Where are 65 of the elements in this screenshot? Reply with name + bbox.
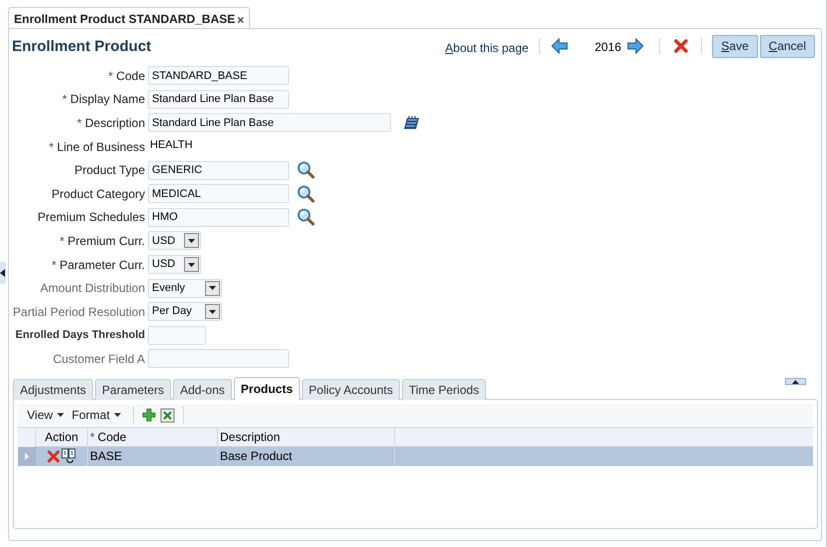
field-label: * Line of Business bbox=[48, 138, 145, 156]
tab[interactable]: Time Periods bbox=[402, 378, 486, 400]
field-label: Enrolled Days Threshold bbox=[15, 328, 145, 344]
search-icon[interactable] bbox=[297, 208, 315, 226]
caret-icon bbox=[56, 413, 64, 418]
lookup-field[interactable]: MEDICAL bbox=[148, 184, 289, 204]
caret-icon bbox=[114, 413, 121, 418]
tab[interactable]: Adjustments bbox=[13, 378, 94, 400]
save-button[interactable]: Save bbox=[712, 34, 758, 58]
search-icon[interactable] bbox=[297, 184, 315, 203]
field-label: * Display Name bbox=[62, 91, 145, 108]
caret-icon bbox=[209, 286, 216, 290]
caret-icon bbox=[792, 380, 799, 384]
column-header[interactable]: Action bbox=[36, 428, 88, 447]
field-label: * Parameter Curr. bbox=[52, 256, 145, 274]
delete-icon[interactable] bbox=[674, 39, 688, 53]
caret-icon bbox=[25, 452, 29, 460]
tab[interactable]: Policy Accounts bbox=[302, 378, 400, 400]
column-header[interactable]: * Code bbox=[88, 428, 218, 447]
field-label: Customer Field A bbox=[52, 350, 145, 368]
year-label: 2016 bbox=[594, 39, 622, 56]
field-label: * Description bbox=[76, 114, 145, 132]
caret-icon bbox=[188, 262, 195, 267]
text-field[interactable]: Standard Line Plan Base bbox=[148, 90, 289, 109]
collapse-button[interactable] bbox=[785, 378, 806, 385]
number-field[interactable] bbox=[148, 326, 206, 345]
field-label: * Code bbox=[108, 68, 145, 85]
collapse-handle[interactable] bbox=[0, 262, 6, 284]
text-field[interactable]: STANDARD_BASE bbox=[148, 66, 289, 86]
lookup-field[interactable]: GENERIC bbox=[148, 160, 289, 180]
back-arrow-icon[interactable] bbox=[550, 37, 568, 55]
table-cell: BASE bbox=[88, 446, 218, 466]
close-icon[interactable]: × bbox=[237, 11, 244, 29]
menu-button[interactable]: View bbox=[27, 406, 64, 424]
tab[interactable]: Add-ons bbox=[173, 378, 232, 400]
caret-icon bbox=[188, 238, 195, 243]
field-label: * Premium Curr. bbox=[60, 232, 145, 250]
caret-icon bbox=[0, 269, 5, 277]
dropdown-field[interactable]: USD bbox=[148, 231, 201, 250]
copy-icon[interactable] bbox=[60, 448, 76, 464]
table-cell: Base Product bbox=[218, 446, 395, 466]
field-label: Product Type bbox=[74, 162, 145, 180]
about-link[interactable]: About this page bbox=[445, 38, 529, 56]
caret-icon bbox=[209, 310, 216, 314]
field-label: Partial Period Resolution bbox=[12, 304, 145, 321]
text-field[interactable] bbox=[148, 349, 289, 368]
cancel-button[interactable]: Cancel bbox=[760, 34, 815, 58]
field-label: Amount Distribution bbox=[40, 280, 145, 298]
forward-arrow-icon[interactable] bbox=[627, 37, 646, 55]
field-label: Premium Schedules bbox=[38, 209, 145, 226]
field-value: HEALTH bbox=[149, 138, 193, 153]
search-icon[interactable] bbox=[297, 161, 315, 180]
page-title: Enrollment Product bbox=[12, 36, 152, 57]
tab[interactable]: Parameters bbox=[95, 378, 172, 400]
add-icon[interactable] bbox=[142, 408, 156, 422]
spreadsheet-icon[interactable] bbox=[160, 408, 175, 423]
menu-button[interactable]: Format bbox=[72, 406, 121, 424]
lookup-field[interactable]: HMO bbox=[148, 208, 289, 227]
document-tab[interactable]: Enrollment Product STANDARD_BASE × bbox=[8, 7, 250, 29]
field-label: Product Category bbox=[52, 186, 145, 203]
dropdown-field[interactable]: USD bbox=[148, 255, 201, 274]
tab[interactable]: Products bbox=[234, 376, 300, 400]
column-header[interactable]: Description bbox=[218, 428, 395, 447]
notepad-icon[interactable] bbox=[403, 114, 421, 131]
text-field[interactable]: Standard Line Plan Base bbox=[148, 113, 391, 132]
